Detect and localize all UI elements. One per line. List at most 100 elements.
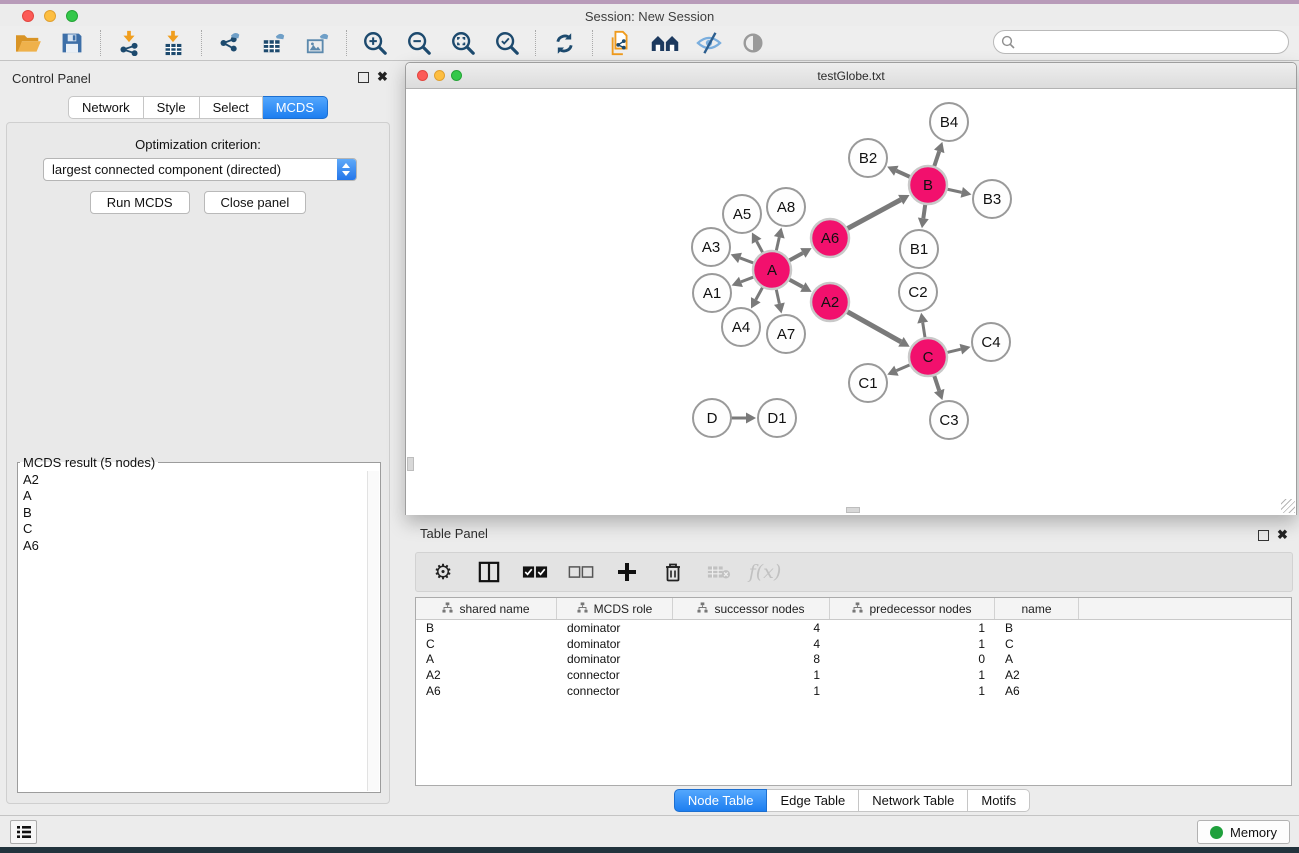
tab-network[interactable]: Network (68, 96, 144, 119)
tab-select[interactable]: Select (200, 96, 263, 119)
result-scrollbar[interactable] (367, 471, 379, 791)
network-canvas[interactable]: B4B2BB3A8A5A6A3B1AA1C2A2A4A7C4CC1C3DD1 (406, 89, 1296, 515)
add-column-icon[interactable] (614, 559, 640, 585)
network-window-titlebar[interactable]: testGlobe.txt (406, 63, 1296, 89)
column-type-icon (442, 602, 453, 616)
overview-icon[interactable] (650, 29, 680, 57)
table-cell: 1 (830, 684, 995, 698)
dropdown-value: largest connected component (directed) (44, 162, 337, 177)
zoom-in-icon[interactable] (360, 29, 390, 57)
task-history-icon[interactable] (10, 820, 37, 844)
close-panel-button[interactable]: Close panel (204, 191, 307, 214)
horizontal-scroll-nub[interactable] (846, 507, 860, 513)
close-table-panel-icon[interactable]: ✖ (1277, 527, 1288, 543)
show-columns-icon[interactable] (476, 559, 502, 585)
table-row[interactable]: Bdominator41B (416, 620, 1291, 636)
table-row[interactable]: Adominator80A (416, 652, 1291, 668)
graph-node-label: A6 (821, 230, 839, 247)
export-table-icon[interactable] (259, 29, 289, 57)
column-header-shared-name[interactable]: shared name (416, 598, 557, 619)
delete-table-icon[interactable] (706, 559, 732, 585)
table-cell: connector (557, 684, 673, 698)
window-resize-grip[interactable] (1281, 499, 1295, 513)
desktop-edge (0, 847, 1299, 853)
table-cell: 1 (830, 637, 995, 651)
result-item[interactable]: B (23, 505, 367, 521)
tab-mcds[interactable]: MCDS (263, 96, 328, 119)
table-row[interactable]: A2connector11A2 (416, 667, 1291, 683)
export-image-icon[interactable] (303, 29, 333, 57)
network-view-window: testGlobe.txt B4B2BB3A8A5A6A3B1AA1C2A2A4… (405, 62, 1297, 515)
column-header-MCDS-role[interactable]: MCDS role (557, 598, 673, 619)
table-header-row: shared nameMCDS role successor nodes prede… (416, 598, 1291, 620)
save-session-icon[interactable] (57, 29, 87, 57)
table-cell: A2 (995, 668, 1079, 682)
column-header-name[interactable]: name (995, 598, 1079, 619)
refresh-icon[interactable] (549, 29, 579, 57)
tab-style[interactable]: Style (144, 96, 200, 119)
delete-column-icon[interactable] (660, 559, 686, 585)
graph-node-label: D (707, 410, 718, 427)
graph-node-label: C1 (858, 375, 877, 392)
zoom-selected-icon[interactable] (492, 29, 522, 57)
table-cell: A (416, 652, 557, 666)
import-network-icon[interactable] (114, 29, 144, 57)
optimization-criterion-dropdown[interactable]: largest connected component (directed) (43, 158, 357, 181)
table-cell: C (416, 637, 557, 651)
table-cell: dominator (557, 637, 673, 651)
table-cell: 4 (673, 621, 830, 635)
table-row[interactable]: A6connector11A6 (416, 683, 1291, 699)
graph-node-label: A3 (702, 239, 720, 256)
graph-edge-A6-B[interactable] (845, 200, 901, 230)
float-table-panel-icon[interactable] (1258, 530, 1269, 541)
run-mcds-button[interactable]: Run MCDS (90, 191, 190, 214)
edge-arrowhead (746, 413, 756, 424)
memory-status-icon (1210, 826, 1223, 839)
tab-node-table[interactable]: Node Table (674, 789, 768, 812)
copy-network-icon[interactable] (606, 29, 636, 57)
mcds-result-list[interactable]: A2ABCA6 (19, 471, 367, 791)
graph-node-label: A2 (821, 294, 839, 311)
table-cell: dominator (557, 621, 673, 635)
tab-network-table[interactable]: Network Table (859, 789, 968, 812)
show-graphics-icon[interactable] (738, 29, 768, 57)
result-item[interactable]: A (23, 488, 367, 504)
table-cell: connector (557, 668, 673, 682)
graph-node-label: A1 (703, 285, 721, 302)
window-title: Session: New Session (0, 9, 1299, 24)
memory-button[interactable]: Memory (1197, 820, 1290, 844)
export-network-icon[interactable] (215, 29, 245, 57)
zoom-fit-icon[interactable] (448, 29, 478, 57)
table-toolbar: ⚙ f(x) (415, 552, 1293, 592)
column-header-label: successor nodes (714, 602, 804, 616)
column-header-predecessor-nodes[interactable]: predecessor nodes (830, 598, 995, 619)
memory-label: Memory (1230, 825, 1277, 840)
tab-edge-table[interactable]: Edge Table (767, 789, 859, 812)
graph-edge-A2-C[interactable] (845, 310, 901, 342)
table-settings-icon[interactable]: ⚙ (430, 559, 456, 585)
column-type-icon (852, 602, 863, 616)
float-panel-icon[interactable] (358, 72, 369, 83)
open-session-icon[interactable] (13, 29, 43, 57)
edge-arrowhead (918, 218, 929, 229)
application-window: Session: New Session (0, 0, 1299, 853)
result-item[interactable]: A6 (23, 538, 367, 554)
search-input[interactable] (993, 30, 1289, 54)
hide-graphics-icon[interactable] (694, 29, 724, 57)
close-panel-icon[interactable]: ✖ (377, 69, 388, 85)
function-builder-icon[interactable]: f(x) (752, 559, 778, 585)
column-header-successor-nodes[interactable]: successor nodes (673, 598, 830, 619)
result-item[interactable]: A2 (23, 472, 367, 488)
unselect-all-columns-icon[interactable] (568, 559, 594, 585)
import-table-icon[interactable] (158, 29, 188, 57)
zoom-out-icon[interactable] (404, 29, 434, 57)
vertical-scroll-nub[interactable] (407, 457, 414, 471)
graph-node-label: A (767, 262, 777, 279)
tab-motifs[interactable]: Motifs (968, 789, 1030, 812)
result-item[interactable]: C (23, 521, 367, 537)
table-cell: 4 (673, 637, 830, 651)
graph-node-label: A4 (732, 319, 750, 336)
select-all-columns-icon[interactable] (522, 559, 548, 585)
table-row[interactable]: Cdominator41C (416, 636, 1291, 652)
network-graph[interactable]: B4B2BB3A8A5A6A3B1AA1C2A2A4A7C4CC1C3DD1 (406, 89, 1296, 515)
